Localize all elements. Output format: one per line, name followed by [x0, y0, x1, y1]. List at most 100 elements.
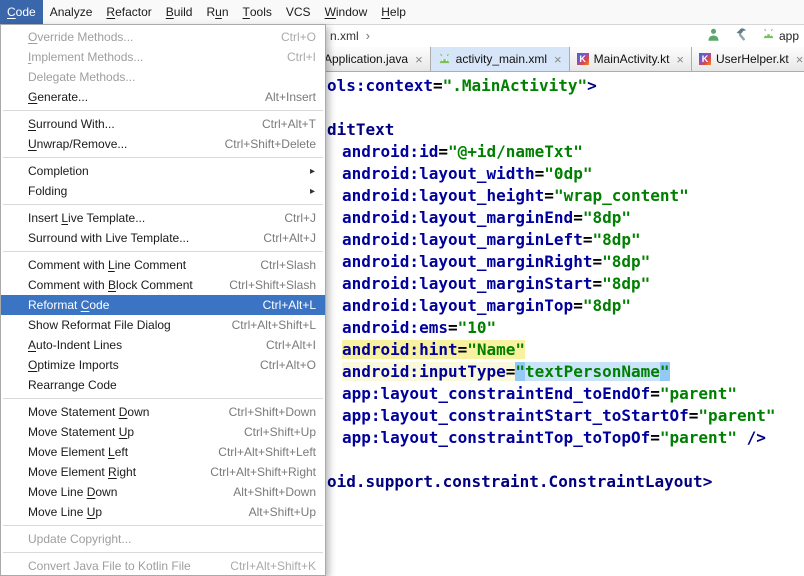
menubar: Code Analyze Refactor Build Ru n Tools VCS Windo… — [0, 0, 804, 25]
editor-code[interactable]: ols:context=".MainActivity"> ditText andro… — [327, 75, 804, 576]
toolbar: app — [706, 24, 799, 47]
menu-item-shortcut: Ctrl+J — [284, 211, 316, 225]
menu-item-label: Override Methods... — [28, 30, 134, 44]
code-line: oid.support.constraint.ConstraintLayout> — [327, 471, 804, 493]
code-line: app:layout_constraintTop_toTopOf="parent… — [327, 427, 804, 449]
menu-separator — [3, 157, 323, 158]
code-line: app:layout_constraintStart_toStartOf="pa… — [327, 405, 804, 427]
kotlin-icon: K — [576, 53, 589, 65]
menu-item-optimize-imports[interactable]: Optimize Imports Ctrl+Alt+O — [1, 355, 325, 375]
menu-item-completion[interactable]: Completion ▸ — [1, 161, 325, 181]
tab-label: Application.java — [324, 52, 409, 66]
menu-item-convert-java-file-to-kotlin-file: Convert Java File to Kotlin File Ctrl+Alt… — [1, 556, 325, 576]
code-line-text: android:layout_marginStart="8dp" — [342, 274, 651, 293]
close-icon[interactable]: × — [554, 52, 562, 67]
menu-item-move-element-left[interactable]: Move Element Left Ctrl+Alt+Shift+Left — [1, 442, 325, 462]
menu-item-label: Completion — [28, 164, 89, 178]
submenu-arrow-icon: ▸ — [309, 165, 315, 177]
menu-item-label: Update Copyright... — [28, 532, 132, 546]
menubar-item-code[interactable]: Code — [0, 0, 43, 24]
code-line-text: ols:context=".MainActivity"> — [327, 76, 597, 95]
menu-separator — [3, 398, 323, 399]
code-line: android:layout_marginStart="8dp" — [327, 273, 804, 295]
close-icon[interactable]: × — [796, 52, 804, 67]
menu-item-label: Folding — [28, 184, 68, 198]
menu-item-label: Surround With... — [28, 117, 115, 131]
menu-separator — [3, 251, 323, 252]
menu-item-label: Generate... — [28, 90, 89, 104]
code-line: android:hint="Name" — [327, 339, 804, 361]
menu-item-label: Surround with Live Template... — [28, 231, 190, 245]
menu-item-shortcut: Alt+Shift+Up — [248, 505, 316, 519]
code-line-text: android:id="@+id/nameTxt" — [342, 142, 583, 161]
menu-item-reformat-code[interactable]: Reformat Code Ctrl+Alt+L — [1, 295, 325, 315]
menubar-item-run[interactable]: Run — [199, 0, 235, 24]
run-configuration-selector[interactable]: app — [762, 28, 799, 43]
menu-item-shortcut: Ctrl+Alt+I — [265, 338, 316, 352]
tab-mainactivity-kt[interactable]: K MainActivity.kt × — [569, 47, 692, 71]
menu-item-generate[interactable]: Generate... Alt+Insert — [1, 87, 325, 107]
menu-item-shortcut: Ctrl+I — [286, 50, 316, 64]
menu-item-update-copyright: Update Copyright... — [1, 529, 325, 549]
menu-item-surround-with-live-template[interactable]: Surround with Live Template... Ctrl+Alt+J — [1, 228, 325, 248]
menubar-item-window[interactable]: Window — [318, 0, 375, 24]
tab-label: MainActivity.kt — [593, 52, 670, 66]
menu-item-shortcut: Ctrl+Alt+T — [261, 117, 316, 131]
breadcrumb-file[interactable]: n.xml — [330, 29, 359, 43]
code-line: android:layout_marginTop="8dp" — [327, 295, 804, 317]
code-line: android:id="@+id/nameTxt" — [327, 141, 804, 163]
menu-item-label: Move Statement Up — [28, 425, 135, 439]
menu-item-shortcut: Ctrl+Shift+Slash — [229, 278, 316, 292]
menu-item-unwrap-remove[interactable]: Unwrap/Remove... Ctrl+Shift+Delete — [1, 134, 325, 154]
code-line: ditText — [327, 119, 804, 141]
tab-activity-main-xml[interactable]: activity_main.xml × — [430, 47, 570, 71]
menu-separator — [3, 110, 323, 111]
menu-item-folding[interactable]: Folding ▸ — [1, 181, 325, 201]
code-line-text: app:layout_constraintTop_toTopOf="parent… — [342, 428, 766, 447]
close-icon[interactable]: × — [415, 52, 423, 67]
menubar-item-vcs[interactable]: VCS — [279, 0, 318, 24]
menu-item-rearrange-code[interactable]: Rearrange Code — [1, 375, 325, 395]
menubar-item-help[interactable]: Help — [374, 0, 413, 24]
code-line-text: android:inputType="textPersonName" — [342, 362, 670, 381]
code-line: android:layout_height="wrap_content" — [327, 185, 804, 207]
menu-item-label: Insert Live Template... — [28, 211, 146, 225]
menu-item-move-line-down[interactable]: Move Line Down Alt+Shift+Down — [1, 482, 325, 502]
menu-item-comment-with-line-comment[interactable]: Comment with Line Comment Ctrl+Slash — [1, 255, 325, 275]
menubar-item-refactor[interactable]: Refactor — [99, 0, 158, 24]
menu-item-show-reformat-file-dialog[interactable]: Show Reformat File Dialog Ctrl+Alt+Shift+… — [1, 315, 325, 335]
menubar-item-build[interactable]: Build — [159, 0, 200, 24]
tab-label: UserHelper.kt — [716, 52, 789, 66]
code-line-text: android:layout_width="0dp" — [342, 164, 593, 183]
tab-userhelper-kt[interactable]: K UserHelper.kt × — [692, 47, 804, 71]
menu-item-delegate-methods: Delegate Methods... — [1, 67, 325, 87]
tab-label: activity_main.xml — [455, 52, 548, 66]
menu-item-label: Show Reformat File Dialog — [28, 318, 171, 332]
menu-item-move-element-right[interactable]: Move Element Right Ctrl+Alt+Shift+Right — [1, 462, 325, 482]
menu-item-comment-with-block-comment[interactable]: Comment with Block Comment Ctrl+Shift+Sla… — [1, 275, 325, 295]
close-icon[interactable]: × — [676, 52, 684, 67]
run-config-label: app — [779, 28, 800, 43]
menu-item-shortcut: Ctrl+O — [280, 30, 316, 44]
build-hammer-icon[interactable] — [734, 27, 749, 45]
menu-item-move-line-up[interactable]: Move Line Up Alt+Shift+Up — [1, 502, 325, 522]
menu-item-label: Unwrap/Remove... — [28, 137, 128, 151]
code-menu: Override Methods... Ctrl+O Implement Metho… — [0, 24, 326, 576]
menu-item-shortcut: Ctrl+Alt+O — [259, 358, 316, 372]
menu-item-label: Optimize Imports — [28, 358, 119, 372]
menu-item-label: Reformat Code — [28, 298, 110, 312]
menu-item-label: Move Statement Down — [28, 405, 150, 419]
menubar-item-analyze[interactable]: Analyze — [43, 0, 100, 24]
chevron-right-icon: › — [365, 28, 371, 43]
menu-item-shortcut: Ctrl+Alt+J — [263, 231, 316, 245]
menu-item-insert-live-template[interactable]: Insert Live Template... Ctrl+J — [1, 208, 325, 228]
menu-item-auto-indent-lines[interactable]: Auto-Indent Lines Ctrl+Alt+I — [1, 335, 325, 355]
menu-item-shortcut: Ctrl+Alt+Shift+L — [231, 318, 316, 332]
menu-item-implement-methods: Implement Methods... Ctrl+I — [1, 47, 325, 67]
menu-item-surround-with[interactable]: Surround With... Ctrl+Alt+T — [1, 114, 325, 134]
profile-green-icon[interactable] — [706, 27, 721, 45]
menubar-item-tools[interactable]: Tools — [236, 0, 279, 24]
menu-item-move-statement-down[interactable]: Move Statement Down Ctrl+Shift+Down — [1, 402, 325, 422]
menu-item-shortcut: Ctrl+Shift+Down — [228, 405, 316, 419]
menu-item-move-statement-up[interactable]: Move Statement Up Ctrl+Shift+Up — [1, 422, 325, 442]
